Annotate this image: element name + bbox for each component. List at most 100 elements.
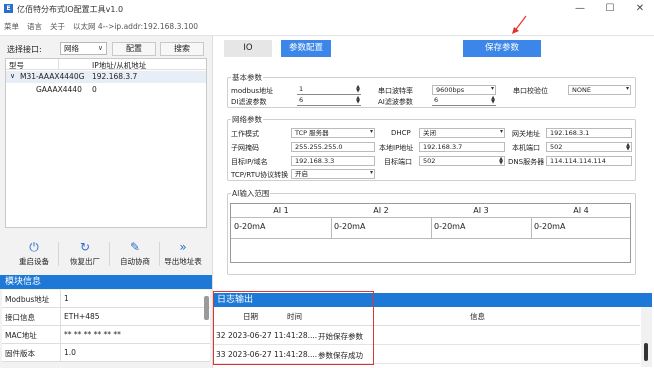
basic-params-title: 基本参数	[231, 72, 263, 83]
network-params-title: 网络参数	[231, 114, 263, 125]
module-key: 接口信息	[5, 313, 35, 322]
dropdown-arrow-icon: ▾	[499, 128, 503, 135]
connection-status: 以太网 4-->ip.addr:192.168.3.100	[73, 22, 199, 31]
ai-range-title: AI输入范围	[231, 188, 271, 199]
work-mode-label: 工作模式	[231, 130, 259, 138]
tab-param-config[interactable]: 参数配置	[281, 40, 331, 57]
subnet-input[interactable]: 255.255.255.0	[291, 142, 375, 152]
module-row: 接口信息 ETH+485	[2, 308, 210, 326]
config-button[interactable]: 配置	[112, 42, 156, 56]
ai3-value[interactable]: 0-20mA	[434, 222, 465, 231]
chevron-down-icon: ∨	[97, 44, 103, 52]
module-value: ETH+485	[64, 312, 100, 321]
target-port-input[interactable]: 502 ▲ ▼	[419, 156, 505, 166]
save-params-button[interactable]: 保存参数	[463, 40, 541, 57]
ai1-header: AI 1	[273, 206, 289, 215]
spinner-icon: ▲ ▼	[626, 142, 630, 152]
tree-col-address: IP地址/从机地址	[92, 61, 147, 70]
spinner-icon: ▲ ▼	[356, 95, 360, 105]
ai-range-table: AI 1 AI 2 AI 3 AI 4 0-20mA 0-20mA 0-20mA…	[230, 203, 631, 263]
dropdown-arrow-icon: ▾	[490, 85, 494, 92]
modbus-addr-label: modbus地址	[231, 87, 274, 95]
module-value: 1	[64, 294, 69, 303]
ai2-value[interactable]: 0-20mA	[334, 222, 365, 231]
local-port-input[interactable]: 502 ▲ ▼	[546, 142, 632, 152]
log-scrollbar[interactable]	[641, 307, 652, 367]
port-label: 选择接口:	[7, 45, 42, 54]
tab-io[interactable]: IO	[224, 40, 272, 57]
search-button[interactable]: 搜索	[160, 42, 204, 56]
ai4-value[interactable]: 0-20mA	[534, 222, 565, 231]
gateway-label: 网关地址	[512, 130, 540, 138]
dropdown-arrow-icon: ▾	[369, 169, 373, 176]
expand-chevron-icon[interactable]: ∨	[10, 72, 15, 80]
tree-row-submodule[interactable]: GAAAX4440 0	[6, 84, 206, 96]
target-port-label: 目标端口	[384, 158, 412, 166]
parity-select[interactable]: NONE ▾	[568, 85, 631, 95]
port-select[interactable]: 网络 ∨	[60, 42, 107, 55]
power-icon: ⏻	[29, 240, 39, 254]
di-filter-label: DI滤波参数	[231, 98, 267, 106]
dhcp-select[interactable]: 关闭 ▾	[419, 128, 505, 138]
menu-item-about[interactable]: 关于	[50, 21, 65, 32]
work-mode-select[interactable]: TCP 服务器 ▾	[291, 128, 375, 138]
export-address-label: 导出地址表	[164, 257, 202, 266]
menu-item-language[interactable]: 语言	[27, 21, 42, 32]
ai-header-row: AI 1 AI 2 AI 3 AI 4	[231, 204, 630, 218]
spinner-icon: ▲ ▼	[499, 156, 503, 166]
dhcp-label: DHCP	[391, 129, 411, 137]
module-scrollbar[interactable]	[204, 296, 209, 320]
tree-col-divider	[58, 59, 59, 70]
tree-header: 型号 IP地址/从机地址	[6, 59, 206, 70]
modbus-addr-input[interactable]: 1 ▲ ▼	[297, 85, 361, 95]
factory-reset-label: 恢复出厂	[70, 257, 100, 266]
gateway-input[interactable]: 192.168.3.1	[546, 128, 632, 138]
highlight-annotation	[213, 291, 374, 365]
baud-label: 串口波特率	[378, 87, 413, 95]
menu-item-menu[interactable]: 菜单	[4, 21, 19, 32]
ai1-value[interactable]: 0-20mA	[234, 222, 265, 231]
dropdown-arrow-icon: ▾	[625, 85, 629, 92]
dns-label: DNS服务器	[508, 158, 545, 166]
module-key: Modbus地址	[5, 295, 50, 304]
edit-icon: ✎	[129, 240, 141, 254]
auto-negotiate-button[interactable]: ✎ 自动协商	[110, 240, 160, 267]
action-divider	[159, 242, 160, 266]
maximize-button[interactable]: ☐	[596, 2, 624, 16]
tree-device-addr: 192.168.3.7	[92, 72, 138, 81]
local-ip-input[interactable]: 192.168.3.7	[419, 142, 505, 152]
dropdown-arrow-icon: ▾	[369, 128, 373, 135]
target-ip-label: 目标IP/域名	[231, 158, 268, 166]
reboot-label: 重启设备	[19, 257, 49, 266]
spinner-icon: ▲ ▼	[356, 84, 360, 94]
ai-filter-input[interactable]: 6 ▲ ▼	[432, 96, 496, 106]
baud-select[interactable]: 9600bps ▾	[432, 85, 496, 95]
minimize-button[interactable]: —	[566, 2, 594, 16]
ai3-header: AI 3	[473, 206, 489, 215]
tree-sub-addr: 0	[92, 85, 97, 94]
di-filter-input[interactable]: 6 ▲ ▼	[297, 96, 361, 106]
module-info-title: 模块信息	[0, 275, 212, 289]
tree-row-device[interactable]: ∨ M31-AAAX4440G 192.168.3.7	[6, 71, 206, 83]
tree-col-model: 型号	[9, 61, 24, 70]
close-button[interactable]: ✕	[626, 2, 654, 16]
ai-filter-label: AI滤波参数	[378, 98, 413, 106]
double-chevron-right-icon: »	[179, 240, 187, 254]
module-value: ** ** ** ** ** **	[64, 330, 121, 339]
local-ip-label: 本地IP地址	[379, 144, 414, 152]
module-key: MAC地址	[5, 331, 37, 340]
target-ip-input[interactable]: 192.168.3.3	[291, 156, 375, 166]
auto-negotiate-label: 自动协商	[120, 257, 150, 266]
factory-reset-button[interactable]: ↻ 恢复出厂	[60, 240, 110, 267]
reboot-button[interactable]: ⏻ 重启设备	[9, 240, 59, 267]
port-select-value: 网络	[64, 44, 79, 53]
export-address-button[interactable]: » 导出地址表	[158, 240, 208, 267]
protocol-convert-select[interactable]: 开启 ▾	[291, 169, 375, 179]
app-logo-icon: E	[4, 4, 13, 13]
protocol-convert-label: TCP/RTU协议转换	[231, 171, 289, 179]
spinner-icon: ▲ ▼	[491, 95, 495, 105]
log-scrollbar-thumb[interactable]	[644, 343, 648, 361]
module-row: MAC地址 ** ** ** ** ** **	[2, 326, 210, 344]
dns-input[interactable]: 114.114.114.114	[546, 156, 632, 166]
subnet-label: 子网掩码	[231, 144, 259, 152]
